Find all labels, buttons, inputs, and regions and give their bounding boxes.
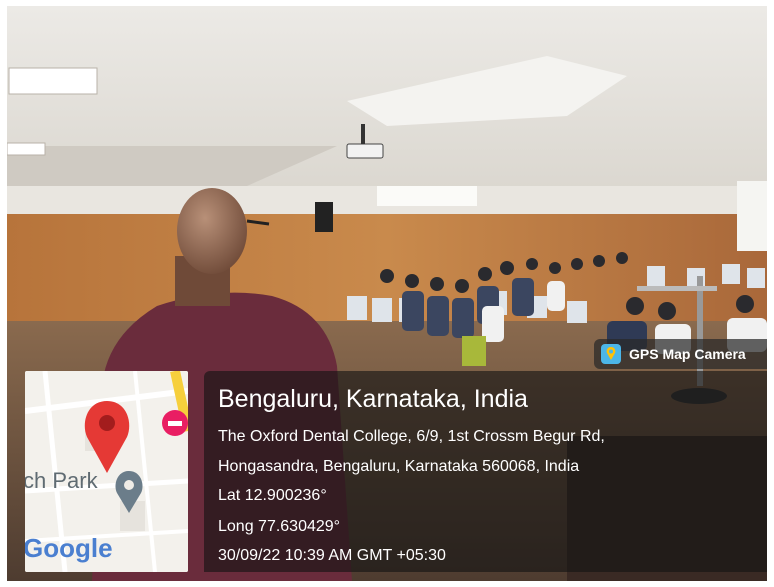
presenter-head	[177, 188, 247, 274]
location-info-panel: Bengaluru, Karnataka, India The Oxford D…	[204, 371, 767, 572]
address-line-2: Hongasandra, Bengaluru, Karnataka 560068…	[218, 458, 580, 475]
badge-label: GPS Map Camera	[629, 346, 746, 362]
photo-frame: ch Park Google GPS Map Camera Bengaluru,…	[7, 6, 767, 581]
speaker	[315, 202, 333, 232]
hotel-poi-icon	[162, 410, 188, 436]
projector	[346, 143, 384, 159]
ceiling-light	[8, 67, 98, 95]
mic-stand	[697, 276, 703, 386]
map-place-label: ch Park	[25, 468, 99, 493]
map-thumbnail: ch Park Google	[25, 371, 188, 572]
gps-map-camera-badge: GPS Map Camera	[594, 339, 767, 369]
timestamp: 30/09/22 10:39 AM GMT +05:30	[218, 547, 446, 564]
location-title: Bengaluru, Karnataka, India	[218, 385, 528, 413]
longitude: Long 77.630429°	[218, 518, 341, 535]
latitude: Lat 12.900236°	[218, 487, 327, 504]
google-logo: Google	[25, 533, 113, 563]
address-line-1: The Oxford Dental College, 6/9, 1st Cros…	[218, 428, 605, 445]
map-pin-camera-icon	[601, 344, 621, 364]
